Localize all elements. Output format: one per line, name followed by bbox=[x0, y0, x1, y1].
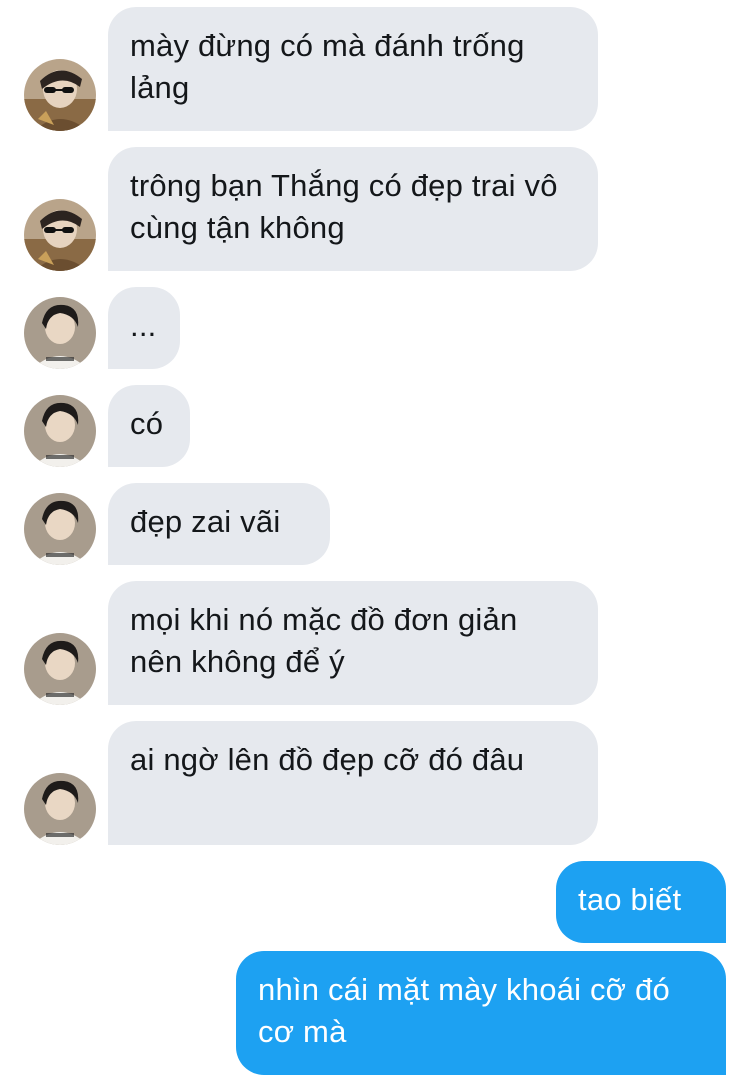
message-text: ai ngờ lên đồ đẹp cỡ đó đâu bbox=[130, 742, 525, 777]
friend-b-avatar[interactable] bbox=[24, 633, 96, 705]
person-white-shirt-icon bbox=[24, 297, 96, 369]
sunglasses-person-icon bbox=[24, 59, 96, 131]
message-text: mày đừng có mà đánh trống lảng bbox=[130, 28, 525, 105]
message-text: đẹp zai vãi bbox=[130, 504, 281, 539]
friend-b-avatar[interactable] bbox=[24, 395, 96, 467]
message-bubble[interactable]: mọi khi nó mặc đồ đơn giản nên không để … bbox=[108, 581, 598, 705]
friend-b-avatar[interactable] bbox=[24, 297, 96, 369]
message-text: ... bbox=[130, 308, 157, 343]
message-text: nhìn cái mặt mày khoái cỡ đó cơ mà bbox=[258, 972, 670, 1049]
message-bubble[interactable]: ai ngờ lên đồ đẹp cỡ đó đâu bbox=[108, 721, 598, 845]
message-bubble[interactable]: ... bbox=[108, 287, 180, 369]
message-bubble[interactable]: có bbox=[108, 385, 190, 467]
friend-b-avatar[interactable] bbox=[24, 773, 96, 845]
friend-a-avatar[interactable] bbox=[24, 199, 96, 271]
person-white-shirt-icon bbox=[24, 493, 96, 565]
message-bubble[interactable]: đẹp zai vãi bbox=[108, 483, 330, 565]
message-text: tao biết bbox=[578, 882, 682, 917]
person-white-shirt-icon bbox=[24, 773, 96, 845]
message-bubble[interactable]: trông bạn Thắng có đẹp trai vô cùng tận … bbox=[108, 147, 598, 271]
friend-a-avatar[interactable] bbox=[24, 59, 96, 131]
message-text: trông bạn Thắng có đẹp trai vô cùng tận … bbox=[130, 168, 558, 245]
friend-b-avatar[interactable] bbox=[24, 493, 96, 565]
sunglasses-person-icon bbox=[24, 199, 96, 271]
message-bubble[interactable]: mày đừng có mà đánh trống lảng bbox=[108, 7, 598, 131]
message-text: có bbox=[130, 406, 164, 441]
message-text: mọi khi nó mặc đồ đơn giản nên không để … bbox=[130, 602, 518, 679]
person-white-shirt-icon bbox=[24, 395, 96, 467]
person-white-shirt-icon bbox=[24, 633, 96, 705]
message-bubble-outgoing[interactable]: nhìn cái mặt mày khoái cỡ đó cơ mà bbox=[236, 951, 726, 1075]
chat-thread: mày đừng có mà đánh trống lảng trông bạn… bbox=[0, 0, 750, 1083]
message-bubble-outgoing[interactable]: tao biết bbox=[556, 861, 726, 943]
